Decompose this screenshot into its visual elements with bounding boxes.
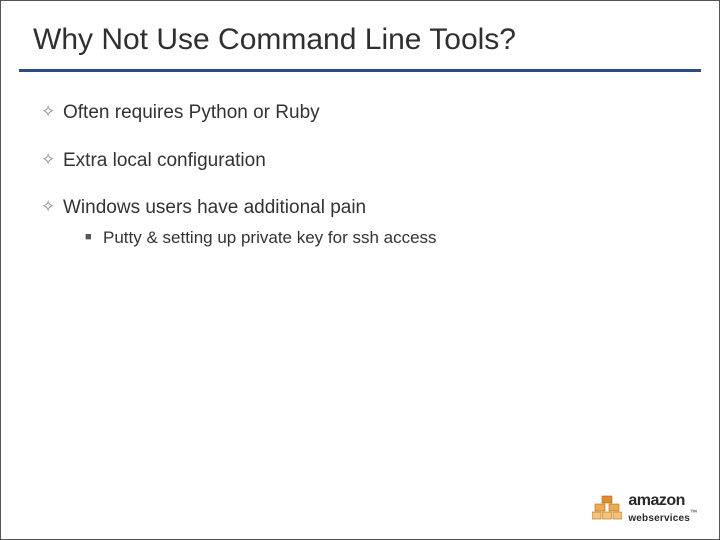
aws-logo-text: amazon webservices™ <box>628 493 697 525</box>
aws-logo-line2: webservices <box>628 513 690 524</box>
slide-body: ✧ Often requires Python or Ruby ✧ Extra … <box>1 72 719 250</box>
sub-bullet-text: Putty & setting up private key for ssh a… <box>103 227 437 250</box>
aws-logo-icon <box>592 494 622 524</box>
sub-bullets: ■ Putty & setting up private key for ssh… <box>41 227 679 250</box>
diamond-bullet-icon: ✧ <box>41 100 63 124</box>
bullet-text: Windows users have additional pain <box>63 195 366 221</box>
aws-logo: amazon webservices™ <box>592 493 697 525</box>
aws-logo-line1: amazon <box>628 493 697 509</box>
slide: Why Not Use Command Line Tools? ✧ Often … <box>0 0 720 540</box>
square-bullet-icon: ■ <box>85 227 103 248</box>
bullet-text: Extra local configuration <box>63 148 266 174</box>
bullet-item: ✧ Often requires Python or Ruby <box>41 100 679 126</box>
slide-title: Why Not Use Command Line Tools? <box>1 1 719 63</box>
bullet-item: ✧ Extra local configuration <box>41 148 679 174</box>
trademark-symbol: ™ <box>690 510 697 517</box>
diamond-bullet-icon: ✧ <box>41 148 63 172</box>
bullet-text: Often requires Python or Ruby <box>63 100 320 126</box>
diamond-bullet-icon: ✧ <box>41 195 63 219</box>
bullet-item: ✧ Windows users have additional pain <box>41 195 679 221</box>
sub-bullet-item: ■ Putty & setting up private key for ssh… <box>85 227 679 250</box>
